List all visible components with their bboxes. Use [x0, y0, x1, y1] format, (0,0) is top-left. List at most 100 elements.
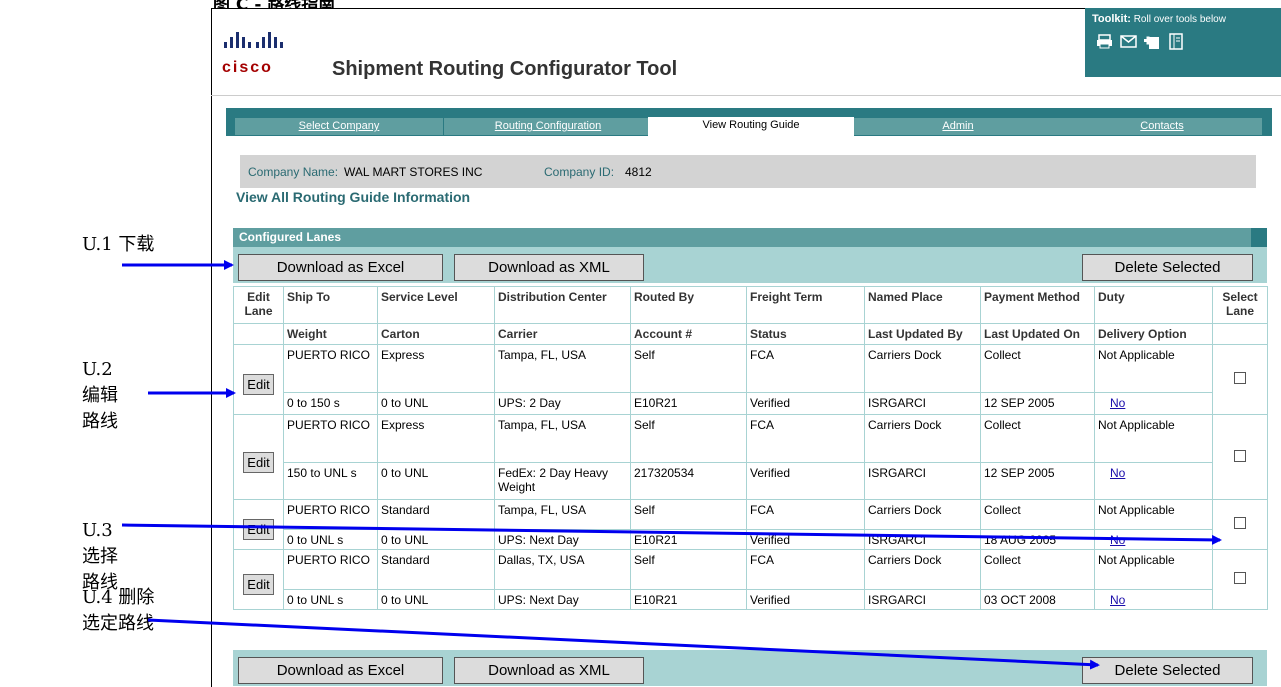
edit-cell: Edit	[233, 549, 284, 610]
top-button-bar: Download as Excel Download as XML Delete…	[233, 247, 1267, 283]
ship-to-cell: PUERTO RICO	[283, 549, 378, 590]
last-updated-on-cell: 03 OCT 2008	[980, 589, 1095, 610]
col-distribution-center: Distribution Center	[494, 286, 631, 324]
header-divider	[211, 95, 1281, 96]
app-title: Shipment Routing Configurator Tool	[332, 58, 678, 80]
header-row-top: Edit Lane Ship To Service Level Distribu…	[233, 286, 1268, 324]
col-weight: Weight	[283, 323, 378, 345]
delivery-option-cell: No	[1094, 392, 1213, 415]
named-place-cell: Carriers Dock	[864, 549, 981, 590]
delivery-option-link[interactable]: No	[1098, 396, 1125, 410]
last-updated-on-cell: 12 SEP 2005	[980, 392, 1095, 415]
cisco-bars-icon	[222, 28, 302, 48]
edit-cell: Edit	[233, 344, 284, 415]
company-id: 4812	[625, 165, 652, 179]
download-excel-button[interactable]: Download as Excel	[238, 254, 443, 281]
weight-cell: 0 to UNL s	[283, 529, 378, 550]
section-title: View All Routing Guide Information	[236, 189, 471, 205]
delete-selected-button-bottom[interactable]: Delete Selected	[1082, 657, 1253, 684]
col-named-place: Named Place	[864, 286, 981, 324]
tab-contacts[interactable]: Contacts	[1062, 118, 1262, 135]
freight-term-cell: FCA	[746, 414, 865, 463]
select-lane-checkbox[interactable]	[1234, 449, 1246, 462]
lanes-body: Edit PUERTO RICO Express Tampa, FL, USA Self…	[233, 344, 1268, 610]
payment-method-cell: Collect	[980, 549, 1095, 590]
delivery-option-link[interactable]: No	[1098, 466, 1125, 480]
duty-cell: Not Applicable	[1094, 499, 1213, 530]
payment-method-cell: Collect	[980, 499, 1095, 530]
download-xml-button-bottom[interactable]: Download as XML	[454, 657, 644, 684]
lane-row-bottom: 0 to UNL s0 to UNL UPS: Next Day E10R21 Ver…	[234, 589, 1268, 610]
col-account: Account #	[630, 323, 747, 345]
distribution-center-cell: Tampa, FL, USA	[494, 499, 631, 530]
weight-cell: 150 to UNL s	[283, 462, 378, 500]
cisco-logo: cisco	[222, 28, 297, 80]
lane-row-top: Edit PUERTO RICO Standard Tampa, FL, USA Sel…	[233, 499, 1268, 550]
last-updated-on-cell: 18 AUG 2005	[980, 529, 1095, 550]
document-icon[interactable]	[1168, 33, 1185, 50]
freight-term-cell: FCA	[746, 549, 865, 590]
named-place-cell: Carriers Dock	[864, 499, 981, 530]
tab-routing-configuration[interactable]: Routing Configuration	[444, 118, 652, 135]
col-edit-lane: Edit Lane	[233, 286, 284, 324]
col-carton: Carton	[377, 323, 495, 345]
service-level-cell: Express	[377, 344, 495, 393]
delivery-option-link[interactable]: No	[1098, 593, 1125, 607]
print-icon[interactable]	[1096, 33, 1113, 50]
col-routed-by: Routed By	[630, 286, 747, 324]
routed-by-cell: Self	[630, 414, 747, 463]
carton-cell: 0 to UNL	[377, 529, 495, 550]
tab-select-company[interactable]: Select Company	[235, 118, 443, 135]
carton-cell: 0 to UNL	[377, 462, 495, 500]
tab-admin[interactable]: Admin	[854, 118, 1062, 135]
status-cell: Verified	[746, 392, 865, 415]
distribution-center-cell: Tampa, FL, USA	[494, 414, 631, 463]
edit-lane-button[interactable]: Edit	[243, 451, 274, 473]
header-row-bottom: Weight Carton Carrier Account # Status L…	[233, 323, 1268, 345]
weight-cell: 0 to UNL s	[283, 589, 378, 610]
download-xml-button[interactable]: Download as XML	[454, 254, 644, 281]
edit-lane-button[interactable]: Edit	[243, 574, 274, 595]
cisco-logo-text: cisco	[222, 59, 273, 76]
add-bookmark-icon[interactable]	[1144, 33, 1161, 50]
last-updated-by-cell: ISRGARCI	[864, 462, 981, 500]
status-cell: Verified	[746, 589, 865, 610]
delete-selected-button[interactable]: Delete Selected	[1082, 254, 1253, 281]
service-level-cell: Express	[377, 414, 495, 463]
select-lane-checkbox[interactable]	[1234, 572, 1246, 584]
last-updated-by-cell: ISRGARCI	[864, 392, 981, 415]
select-lane-checkbox[interactable]	[1234, 372, 1246, 384]
company-name: WAL MART STORES INC	[344, 165, 483, 179]
freight-term-cell: FCA	[746, 344, 865, 393]
header-spacer	[1212, 323, 1268, 345]
email-icon[interactable]	[1120, 33, 1137, 50]
service-level-cell: Standard	[377, 549, 495, 590]
toolkit-panel: Toolkit: Roll over tools below	[1085, 8, 1281, 77]
account-cell: E10R21	[630, 529, 747, 550]
ship-to-cell: PUERTO RICO	[283, 499, 378, 530]
download-excel-button-bottom[interactable]: Download as Excel	[238, 657, 443, 684]
carrier-cell: UPS: 2 Day	[494, 392, 631, 415]
delivery-option-link[interactable]: No	[1098, 533, 1125, 547]
edit-lane-button[interactable]: Edit	[243, 374, 274, 395]
tab-view-routing-guide[interactable]: View Routing Guide	[648, 117, 854, 136]
panel-header-notch	[1251, 228, 1267, 247]
freight-term-cell: FCA	[746, 499, 865, 530]
panel-title: Configured Lanes	[233, 228, 1259, 247]
lane-row-bottom: 0 to 150 s0 to UNL UPS: 2 Day E10R21 Verifi…	[234, 392, 1268, 415]
carrier-cell: FedEx: 2 Day Heavy Weight	[494, 462, 631, 500]
weight-cell: 0 to 150 s	[283, 392, 378, 415]
account-cell: E10R21	[630, 589, 747, 610]
status-cell: Verified	[746, 529, 865, 550]
delivery-option-cell: No	[1094, 462, 1213, 500]
account-cell: 217320534	[630, 462, 747, 500]
bottom-button-bar: Download as Excel Download as XML Delete…	[233, 650, 1267, 686]
select-lane-checkbox[interactable]	[1234, 517, 1246, 529]
carrier-cell: UPS: Next Day	[494, 589, 631, 610]
col-carrier: Carrier	[494, 323, 631, 345]
annotation-edit-lane: U.2 编辑 路线	[82, 359, 118, 432]
toolkit-label-text: Roll over tools below	[1133, 14, 1226, 25]
select-cell	[1212, 549, 1268, 610]
distribution-center-cell: Dallas, TX, USA	[494, 549, 631, 590]
edit-lane-button[interactable]: Edit	[243, 519, 274, 540]
